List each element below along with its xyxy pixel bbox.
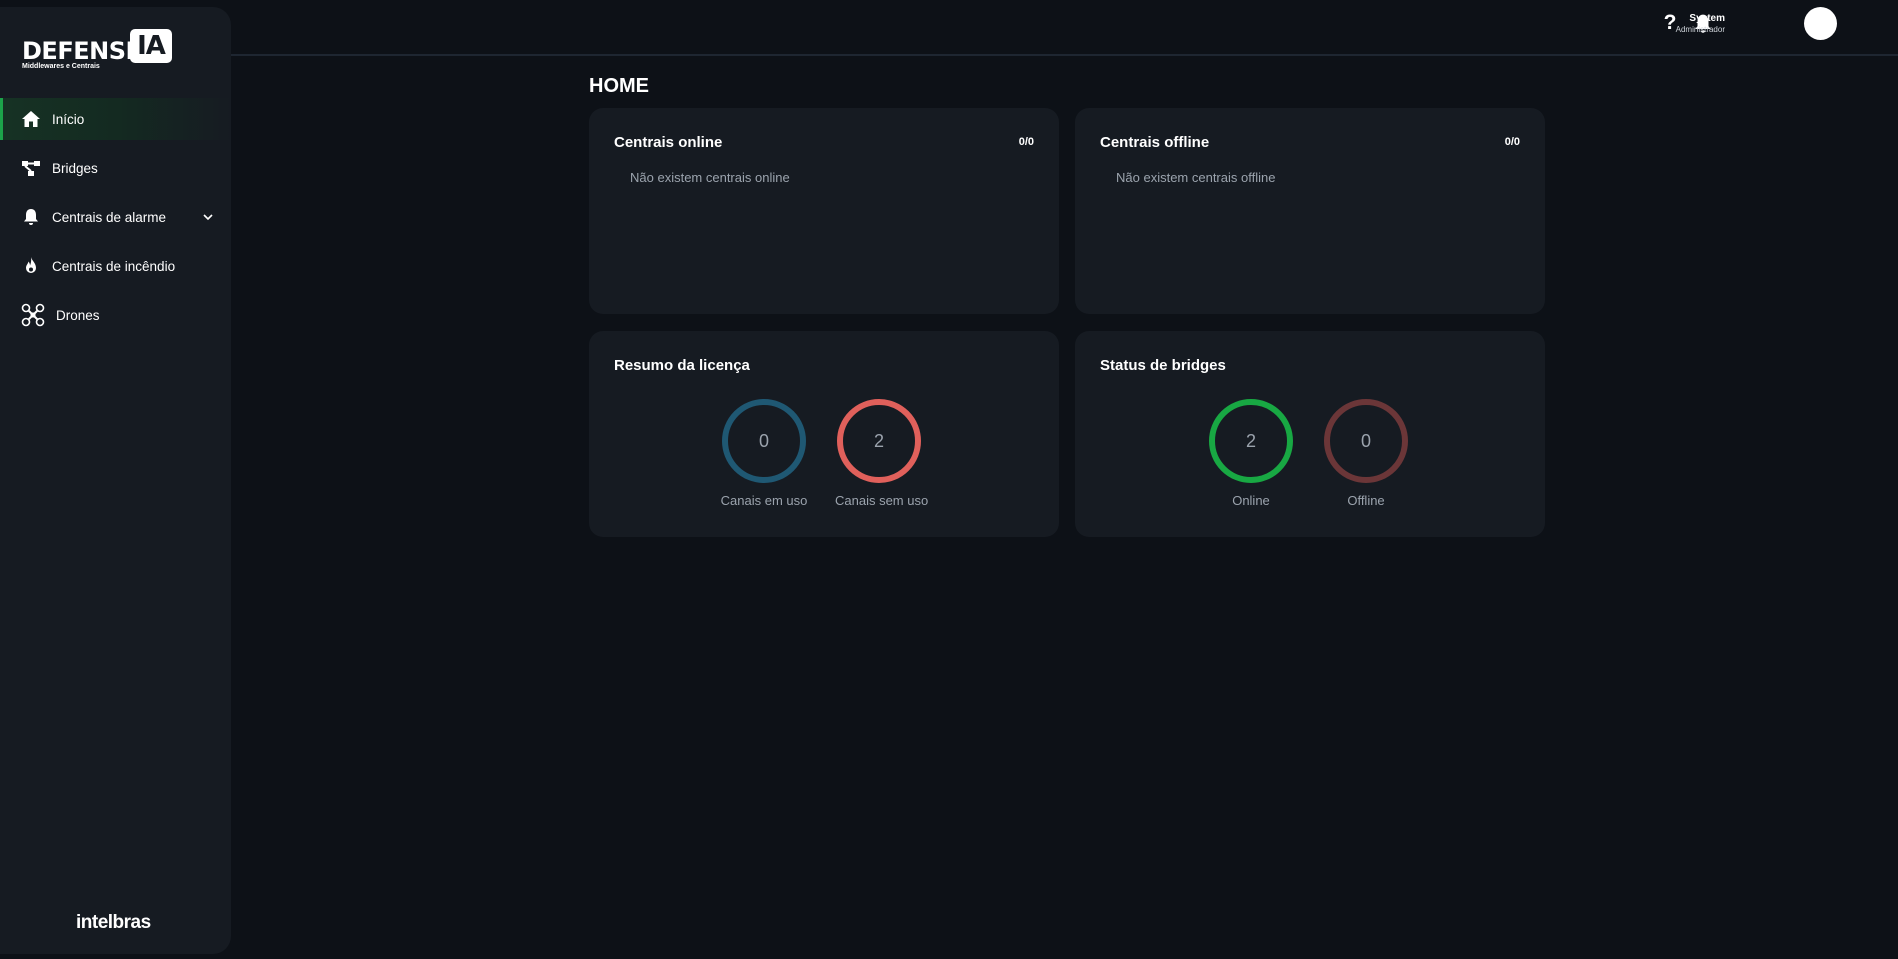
stat-label: Canais em uso <box>720 493 808 508</box>
logo-wordmark: DEFENSE <box>22 37 142 65</box>
empty-message: Não existem centrais online <box>630 170 790 185</box>
bridge-icon <box>20 157 42 179</box>
bell-icon <box>20 206 42 228</box>
card-title: Resumo da licença <box>614 357 750 374</box>
card-title: Status de bridges <box>1100 357 1226 374</box>
card-count: 0/0 <box>1018 136 1034 148</box>
sidebar-item-centrais-de-incendio[interactable]: Centrais de incêndio <box>0 245 231 287</box>
sidebar-item-label: Centrais de alarme <box>52 209 167 225</box>
app-logo[interactable]: DEFENSE IA Middlewares e Centrais <box>22 29 222 77</box>
drone-icon <box>20 302 46 328</box>
user-role: Administrador <box>1675 25 1725 34</box>
sidebar-item-label: Bridges <box>52 160 98 176</box>
sidebar-item-inicio[interactable]: Início <box>0 98 231 140</box>
stat-ring: 0 <box>722 399 806 483</box>
home-icon <box>20 108 42 130</box>
sidebar: DEFENSE IA Middlewares e Centrais Início… <box>0 7 231 954</box>
status-bridges-card: Status de bridges 2 Online 0 Offline <box>1075 331 1545 537</box>
stat-label: Offline <box>1347 493 1385 508</box>
card-title: Centrais online <box>614 134 723 151</box>
user-name[interactable]: System <box>1663 13 1725 24</box>
sidebar-item-centrais-de-alarme[interactable]: Centrais de alarme <box>0 196 231 238</box>
centrais-online-card: Centrais online 0/0 Não existem centrais… <box>589 108 1059 314</box>
sidebar-item-label: Início <box>52 111 85 127</box>
intelbras-logo: intelbras <box>76 912 151 933</box>
card-title: Centrais offline <box>1100 134 1210 151</box>
stat-label: Online <box>1232 493 1270 508</box>
avatar[interactable] <box>1804 7 1837 40</box>
top-bar: ? System Administrador <box>231 0 1898 56</box>
logo-badge: IA <box>130 29 172 63</box>
stat-label: Canais sem uso <box>835 493 929 508</box>
sidebar-item-label: Centrais de incêndio <box>52 258 176 274</box>
chevron-down-icon[interactable] <box>201 210 215 224</box>
sidebar-item-label: Drones <box>56 307 100 323</box>
page-title: HOME <box>589 75 649 97</box>
stat-ring: 2 <box>837 399 921 483</box>
sidebar-item-drones[interactable]: Drones <box>0 294 231 336</box>
sidebar-item-bridges[interactable]: Bridges <box>0 147 231 189</box>
canais-em-uso-stat: 0 Canais em uso <box>720 399 808 508</box>
card-count: 0/0 <box>1504 136 1520 148</box>
stat-ring: 0 <box>1324 399 1408 483</box>
bridges-online-stat: 2 Online <box>1207 399 1295 508</box>
sidebar-nav: Início Bridges Centrais de alarme Centra… <box>0 98 231 343</box>
centrais-offline-card: Centrais offline 0/0 Não existem centrai… <box>1075 108 1545 314</box>
resumo-licenca-card: Resumo da licença 0 Canais em uso 2 Cana… <box>589 331 1059 537</box>
stat-ring: 2 <box>1209 399 1293 483</box>
flame-icon <box>20 255 42 277</box>
logo-subtitle: Middlewares e Centrais <box>22 63 100 70</box>
canais-sem-uso-stat: 2 Canais sem uso <box>835 399 929 508</box>
bridges-offline-stat: 0 Offline <box>1322 399 1410 508</box>
empty-message: Não existem centrais offline <box>1116 170 1276 185</box>
